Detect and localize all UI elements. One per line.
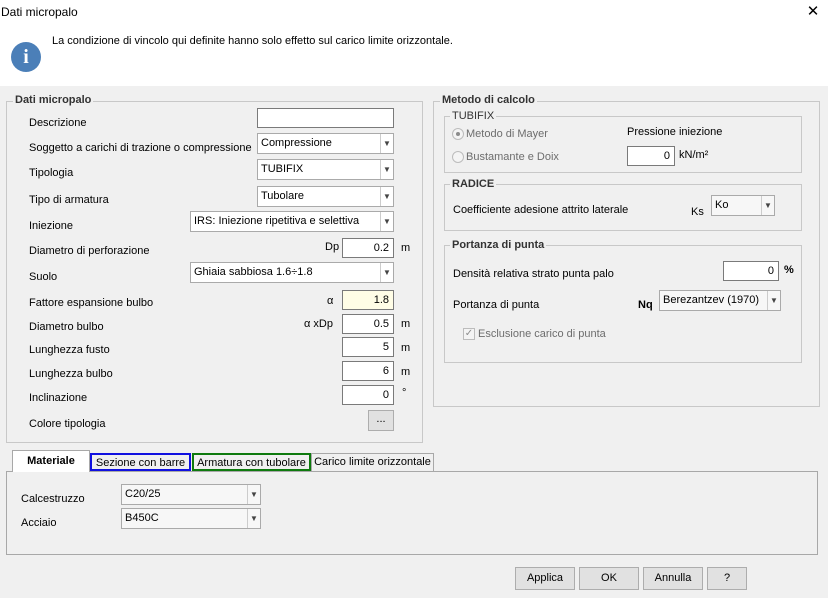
inclinazione-label: Inclinazione <box>29 392 88 404</box>
chevron-down-icon: ▼ <box>380 134 393 153</box>
chevron-down-icon: ▼ <box>247 509 260 528</box>
portanza-punta-label: Portanza di punta <box>453 299 540 311</box>
tubifix-legend: TUBIFIX <box>450 110 497 122</box>
chevron-down-icon: ▼ <box>380 212 393 231</box>
ks-value: Ko <box>715 199 729 211</box>
suolo-value: Ghiaia sabbiosa 1.6÷1.8 <box>194 266 313 278</box>
tipologia-value: TUBIFIX <box>261 163 304 175</box>
descrizione-input[interactable] <box>257 108 394 128</box>
diametro-perforazione-input[interactable]: 0.2 <box>342 238 394 258</box>
calcestruzzo-label: Calcestruzzo <box>21 493 85 505</box>
soggetto-value: Compressione <box>261 137 332 149</box>
bustamante-radio[interactable] <box>452 151 464 163</box>
diametro-bulbo-label: Diametro bulbo <box>29 321 104 333</box>
portanza-legend: Portanza di punta <box>450 239 547 251</box>
diametro-bulbo-input[interactable]: 0.5 <box>342 314 394 334</box>
tubifix-group <box>444 116 802 173</box>
chevron-down-icon: ▼ <box>761 196 774 215</box>
window-title: Dati micropalo <box>1 5 78 19</box>
chevron-down-icon: ▼ <box>380 187 393 206</box>
dp-symbol: Dp <box>325 241 340 253</box>
metodo-calcolo-legend: Metodo di calcolo <box>440 94 537 106</box>
alpha-dp-symbol: α xDp <box>304 318 333 330</box>
lunghezza-fusto-label: Lunghezza fusto <box>29 344 110 356</box>
tab-armatura-con-tubolare[interactable]: Armatura con tubolare <box>192 453 311 471</box>
esclusione-checkbox[interactable]: ✓ <box>463 328 475 340</box>
tipo-armatura-value: Tubolare <box>261 190 305 202</box>
colore-tipologia-label: Colore tipologia <box>29 418 106 430</box>
calcestruzzo-select[interactable]: C20/25 ▼ <box>121 484 261 505</box>
tab-carico-limite-orizzontale[interactable]: Carico limite orizzontale <box>311 453 434 471</box>
bustamante-label: Bustamante e Doix <box>466 151 559 163</box>
iniezione-label: Iniezione <box>29 220 74 232</box>
soggetto-select[interactable]: Compressione ▼ <box>257 133 394 154</box>
info-banner <box>0 24 828 86</box>
tab-sezione-con-barre[interactable]: Sezione con barre <box>90 453 191 471</box>
ok-button[interactable]: OK <box>579 567 639 590</box>
alpha-symbol: α <box>327 295 334 307</box>
info-icon: i <box>11 42 41 72</box>
applica-button[interactable]: Applica <box>515 567 575 590</box>
lunghezza-fusto-input[interactable]: 5 <box>342 337 394 357</box>
fattore-espansione-input[interactable]: 1.8 <box>342 290 394 310</box>
acciaio-label: Acciaio <box>21 517 57 529</box>
chevron-down-icon: ▼ <box>380 263 393 282</box>
iniezione-select[interactable]: IRS: Iniezione ripetitiva e selettiva ▼ <box>190 211 394 232</box>
tipologia-select[interactable]: TUBIFIX ▼ <box>257 159 394 180</box>
densita-label: Densità relativa strato punta palo <box>453 268 614 280</box>
chevron-down-icon: ▼ <box>247 485 260 504</box>
ks-coefficient-label: Coefficiente adesione attrito laterale <box>453 204 629 216</box>
annulla-button[interactable]: Annulla <box>643 567 703 590</box>
suolo-select[interactable]: Ghiaia sabbiosa 1.6÷1.8 ▼ <box>190 262 394 283</box>
info-text: La condizione di vincolo qui definite ha… <box>52 35 453 47</box>
diametro-perforazione-label: Diametro di perforazione <box>29 245 150 257</box>
close-icon[interactable]: ✕ <box>800 2 826 22</box>
calcestruzzo-value: C20/25 <box>125 488 161 500</box>
descrizione-label: Descrizione <box>29 117 87 129</box>
dati-micropalo-legend: Dati micropalo <box>13 94 94 106</box>
ks-symbol: Ks <box>691 206 704 218</box>
nq-symbol: Nq <box>638 299 653 311</box>
iniezione-value: IRS: Iniezione ripetitiva e selettiva <box>194 215 360 227</box>
pressione-label: Pressione iniezione <box>627 126 723 138</box>
suolo-label: Suolo <box>29 271 58 283</box>
tipo-armatura-label: Tipo di armatura <box>29 194 109 206</box>
diametro-perforazione-unit: m <box>401 242 411 254</box>
esclusione-label: Esclusione carico di punta <box>478 328 606 340</box>
colore-tipologia-button[interactable]: ... <box>368 410 394 431</box>
chevron-down-icon: ▼ <box>767 291 780 310</box>
fattore-espansione-label: Fattore espansione bulbo <box>29 297 154 309</box>
radice-legend: RADICE <box>450 178 497 190</box>
diametro-bulbo-unit: m <box>401 318 411 330</box>
title-bar <box>0 0 828 24</box>
tab-materiale[interactable]: Materiale <box>12 450 90 472</box>
chevron-down-icon: ▼ <box>380 160 393 179</box>
lunghezza-bulbo-unit: m <box>401 366 411 378</box>
tipologia-label: Tipologia <box>29 167 74 179</box>
pressione-input[interactable]: 0 <box>627 146 675 166</box>
lunghezza-fusto-unit: m <box>401 342 411 354</box>
mayer-radio[interactable] <box>452 128 464 140</box>
mayer-label: Metodo di Mayer <box>466 128 548 140</box>
acciaio-value: B450C <box>125 512 159 524</box>
lunghezza-bulbo-input[interactable]: 6 <box>342 361 394 381</box>
soggetto-label: Soggetto a carichi di trazione o compres… <box>29 142 252 154</box>
inclinazione-input[interactable]: 0 <box>342 385 394 405</box>
ks-select[interactable]: Ko ▼ <box>711 195 775 216</box>
tipo-armatura-select[interactable]: Tubolare ▼ <box>257 186 394 207</box>
portanza-value: Berezantzev (1970) <box>663 294 759 306</box>
help-button[interactable]: ? <box>707 567 747 590</box>
densita-unit: % <box>784 264 794 276</box>
lunghezza-bulbo-label: Lunghezza bulbo <box>29 368 113 380</box>
portanza-select[interactable]: Berezantzev (1970) ▼ <box>659 290 781 311</box>
pressione-unit: kN/m² <box>679 149 709 161</box>
densita-input[interactable]: 0 <box>723 261 779 281</box>
acciaio-select[interactable]: B450C ▼ <box>121 508 261 529</box>
inclinazione-unit: ° <box>402 387 407 399</box>
